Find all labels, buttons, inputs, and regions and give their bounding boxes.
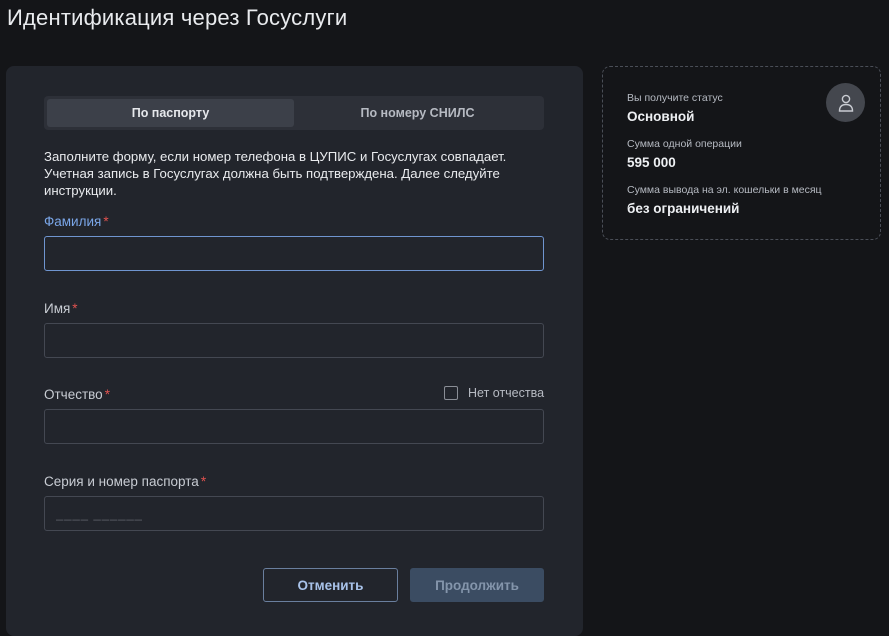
status-value: Основной (627, 109, 695, 124)
required-mark: * (104, 387, 110, 402)
required-mark: * (103, 214, 109, 229)
withdraw-limit-label: Сумма вывода на эл. кошельки в месяц (627, 184, 822, 196)
withdraw-limit-value: без ограничений (627, 201, 740, 216)
surname-input[interactable] (44, 236, 544, 271)
no-patronymic-checkbox[interactable]: Нет отчества (444, 386, 544, 400)
operation-limit-value: 595 000 (627, 155, 676, 170)
surname-label: Фамилия * (44, 214, 109, 229)
continue-button[interactable]: Продолжить (410, 568, 544, 602)
user-icon (826, 83, 865, 122)
tab-passport[interactable]: По паспорту (47, 99, 294, 127)
no-patronymic-label: Нет отчества (468, 386, 545, 400)
operation-limit-label: Сумма одной операции (627, 138, 742, 150)
required-mark: * (72, 301, 78, 316)
page-title: Идентификация через Госуслуги (7, 5, 348, 30)
tab-snils[interactable]: По номеру СНИЛС (294, 99, 541, 127)
patronymic-input[interactable] (44, 409, 544, 444)
passport-input[interactable] (44, 496, 544, 531)
form-instructions: Заполните форму, если номер телефона в Ц… (44, 149, 507, 198)
patronymic-label: Отчество * (44, 387, 110, 402)
status-label: Вы получите статус (627, 92, 723, 104)
tab-bar: По паспорту По номеру СНИЛС (44, 96, 544, 130)
status-card: Вы получите статус Основной Сумма одной … (602, 66, 881, 240)
name-input[interactable] (44, 323, 544, 358)
passport-label: Серия и номер паспорта * (44, 474, 207, 489)
identification-form: По паспорту По номеру СНИЛС Заполните фо… (6, 66, 583, 636)
name-label: Имя * (44, 301, 78, 316)
cancel-button[interactable]: Отменить (263, 568, 398, 602)
required-mark: * (200, 474, 207, 489)
checkbox-box[interactable] (444, 386, 458, 400)
